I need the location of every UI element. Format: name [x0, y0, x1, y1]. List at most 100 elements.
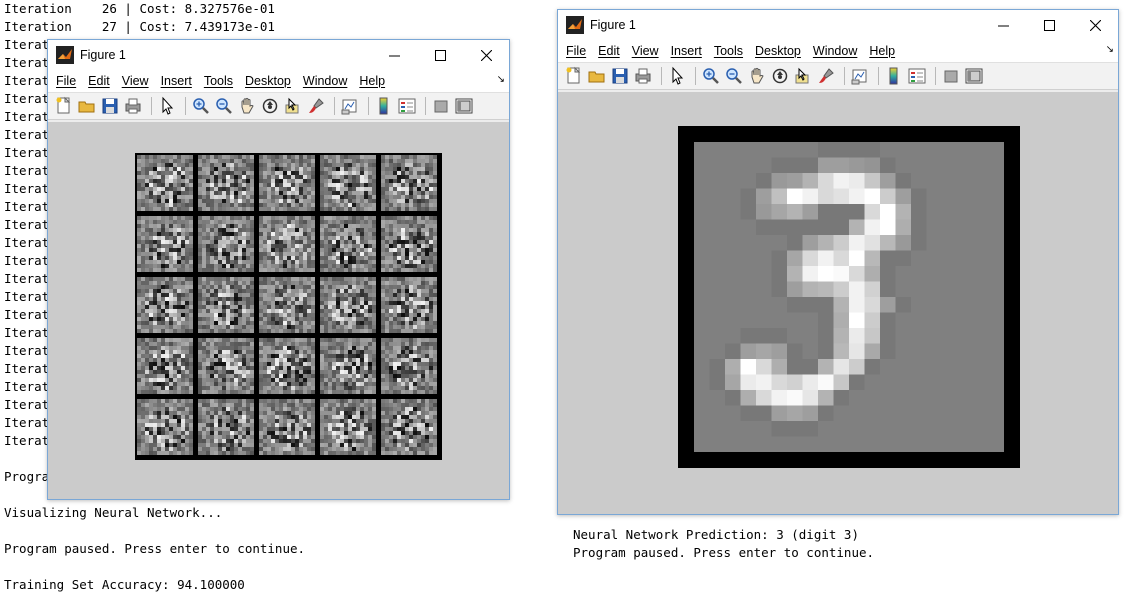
menu-help[interactable]: Help — [865, 44, 903, 58]
menu-view[interactable]: View — [118, 74, 157, 88]
zoom-in-icon — [703, 68, 719, 84]
rotate-3d-tool[interactable] — [260, 96, 280, 116]
legend-tool[interactable] — [397, 96, 417, 116]
hidden-unit-2 — [198, 155, 254, 211]
minimize-button[interactable] — [371, 40, 417, 70]
minimize-button[interactable] — [980, 10, 1026, 40]
open-file-icon — [588, 71, 605, 83]
colorbar-tool[interactable] — [374, 96, 394, 116]
hidden-unit-15 — [381, 277, 437, 333]
new-figure-tool[interactable] — [564, 66, 584, 86]
hidden-unit-17 — [198, 338, 254, 394]
figure-window-right[interactable]: Figure 1 File Edit View Insert Tools Des… — [557, 9, 1119, 515]
zoom-out-tool[interactable] — [214, 96, 234, 116]
open-file-icon — [78, 101, 95, 113]
rotate-3d-tool[interactable] — [770, 66, 790, 86]
menu-insert[interactable]: Insert — [667, 44, 710, 58]
console-line: Program paused. Press enter to continue. — [573, 545, 875, 560]
hidden-unit-23 — [259, 399, 315, 455]
menu-tools[interactable]: Tools — [200, 74, 241, 88]
maximize-button[interactable] — [417, 40, 463, 70]
menu-window[interactable]: Window — [809, 44, 865, 58]
hide-plot-tools-tool[interactable] — [431, 96, 451, 116]
toolbar-separator — [151, 97, 152, 115]
title-bar[interactable]: Figure 1 — [558, 10, 1118, 40]
figure-canvas[interactable] — [558, 92, 1118, 514]
hidden-unit-8 — [259, 216, 315, 272]
brush-tool[interactable] — [306, 96, 326, 116]
close-button[interactable] — [463, 40, 509, 70]
zoom-in-tool[interactable] — [191, 96, 211, 116]
menu-edit[interactable]: Edit — [594, 44, 628, 58]
menu-desktop[interactable]: Desktop — [751, 44, 809, 58]
save-tool[interactable] — [610, 66, 630, 86]
console-line: Neural Network Prediction: 3 (digit 3) — [573, 527, 859, 542]
hidden-unit-3 — [259, 155, 315, 211]
colorbar-icon — [889, 67, 898, 85]
print-tool[interactable] — [633, 66, 653, 86]
toolbar-separator — [844, 67, 845, 85]
menu-edit[interactable]: Edit — [84, 74, 118, 88]
open-file-tool[interactable] — [587, 66, 607, 86]
menu-insert[interactable]: Insert — [157, 74, 200, 88]
hide-plot-tools-tool[interactable] — [941, 66, 961, 86]
figure-toolbar — [558, 62, 1118, 90]
legend-tool[interactable] — [907, 66, 927, 86]
menu-help[interactable]: Help — [355, 74, 393, 88]
colorbar-tool[interactable] — [884, 66, 904, 86]
pointer-tool[interactable] — [157, 96, 177, 116]
console-line: Visualizing Neural Network... — [4, 505, 223, 520]
open-file-tool[interactable] — [77, 96, 97, 116]
dock-arrow-icon[interactable]: ↘ — [1106, 44, 1114, 55]
dock-arrow-icon[interactable]: ↘ — [497, 74, 505, 85]
window-title: Figure 1 — [590, 18, 636, 32]
menu-file[interactable]: File — [562, 44, 594, 58]
window-title: Figure 1 — [80, 48, 126, 62]
menu-tools[interactable]: Tools — [710, 44, 751, 58]
data-cursor-tool[interactable] — [793, 66, 813, 86]
title-bar[interactable]: Figure 1 — [48, 40, 509, 70]
toolbar-separator — [368, 97, 369, 115]
matlab-logo-icon — [56, 46, 74, 64]
pointer-tool[interactable] — [667, 66, 687, 86]
figure-toolbar — [48, 92, 509, 120]
menu-view[interactable]: View — [628, 44, 667, 58]
zoom-in-icon — [193, 98, 209, 114]
legend-icon — [908, 68, 926, 84]
close-button[interactable] — [1072, 10, 1118, 40]
pan-tool[interactable] — [747, 66, 767, 86]
link-plot-icon — [851, 69, 867, 85]
hidden-unit-21 — [137, 399, 193, 455]
new-figure-tool[interactable] — [54, 96, 74, 116]
figure-canvas[interactable] — [48, 122, 509, 499]
data-cursor-tool[interactable] — [283, 96, 303, 116]
figure-window-left[interactable]: Figure 1 File Edit View Insert Tools Des… — [47, 39, 510, 500]
link-plot-tool[interactable] — [850, 66, 870, 86]
hidden-unit-5 — [381, 155, 437, 211]
hidden-unit-6 — [137, 216, 193, 272]
save-icon — [612, 68, 628, 84]
brush-icon — [819, 68, 834, 83]
data-cursor-icon — [795, 67, 809, 84]
maximize-button[interactable] — [1026, 10, 1072, 40]
link-plot-tool[interactable] — [340, 96, 360, 116]
pan-tool[interactable] — [237, 96, 257, 116]
hidden-unit-20 — [381, 338, 437, 394]
menu-file[interactable]: File — [52, 74, 84, 88]
menu-window[interactable]: Window — [299, 74, 355, 88]
save-tool[interactable] — [100, 96, 120, 116]
hidden-unit-22 — [198, 399, 254, 455]
menu-desktop[interactable]: Desktop — [241, 74, 299, 88]
minimize-icon — [997, 25, 1009, 26]
print-tool[interactable] — [123, 96, 143, 116]
rotate-3d-icon — [262, 98, 278, 114]
brush-tool[interactable] — [816, 66, 836, 86]
show-plot-tools-tool[interactable] — [964, 66, 984, 86]
zoom-in-tool[interactable] — [701, 66, 721, 86]
colorbar-icon — [379, 97, 388, 115]
zoom-out-tool[interactable] — [724, 66, 744, 86]
new-figure-icon — [566, 66, 581, 84]
show-plot-tools-tool[interactable] — [454, 96, 474, 116]
